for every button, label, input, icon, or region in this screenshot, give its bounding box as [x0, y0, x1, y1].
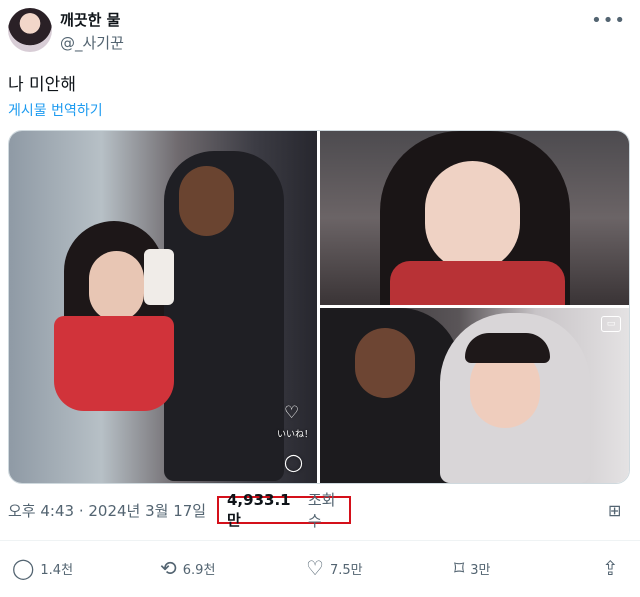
views-count: 4,933.1만 [227, 490, 291, 529]
more-icon[interactable]: ••• [591, 10, 626, 31]
reply-button[interactable]: ◯ 1.4천 [12, 556, 73, 580]
photo-figure [390, 261, 565, 305]
translate-post-link[interactable]: 게시물 번역하기 [8, 100, 103, 120]
post-text: 나 미안해 [8, 75, 76, 95]
photo-figure [179, 166, 234, 236]
photo-figure [465, 333, 550, 363]
photo-figure [89, 251, 144, 321]
photo-2[interactable] [320, 131, 629, 305]
repost-icon: ⟲ [160, 556, 177, 580]
repost-count: 6.9천 [182, 562, 216, 578]
share-icon: ⇪ [602, 556, 619, 580]
like-button[interactable]: ♡ 7.5만 [306, 556, 363, 580]
bookmark-icon: ⌑ [454, 556, 465, 580]
overlay-heart-icon: ♡ [284, 403, 300, 423]
photo-figure [54, 316, 174, 411]
overlay-iine-text: いいね！ [277, 430, 314, 440]
post-timestamp[interactable]: 오후 4:43 · 2024년 3월 17일 [8, 500, 206, 521]
heart-icon: ♡ [306, 556, 324, 580]
photo-3[interactable]: ▭ [320, 308, 629, 483]
repost-button[interactable]: ⟲ 6.9천 [160, 556, 215, 580]
photo-figure [425, 161, 520, 271]
photo-figure [144, 249, 174, 305]
reply-icon: ◯ [12, 556, 35, 580]
avatar[interactable] [8, 8, 52, 52]
divider [0, 540, 640, 541]
reply-count: 1.4천 [40, 562, 74, 578]
overlay-badge-icon: ▭ [601, 316, 621, 332]
share-button[interactable]: ⇪ [602, 556, 625, 580]
overlay-comment-icon: ◯ [284, 453, 304, 473]
views-label: 조회수 [307, 491, 336, 530]
author-handle[interactable]: @_사기꾼 [60, 32, 124, 53]
photo-figure [355, 328, 415, 398]
bookmark-count: 3만 [470, 562, 491, 578]
media-grid: ♡ いいね！ ◯ ▭ [8, 130, 630, 484]
photo-1[interactable]: ♡ いいね！ ◯ [9, 131, 317, 483]
author-display-name[interactable]: 깨끗한 물 [60, 9, 120, 30]
analytics-icon[interactable]: ⊞ [608, 501, 621, 520]
views-highlight: 4,933.1만 조회수 [217, 491, 351, 530]
like-count: 7.5만 [329, 562, 363, 578]
bookmark-button[interactable]: ⌑ 3만 [454, 556, 491, 580]
